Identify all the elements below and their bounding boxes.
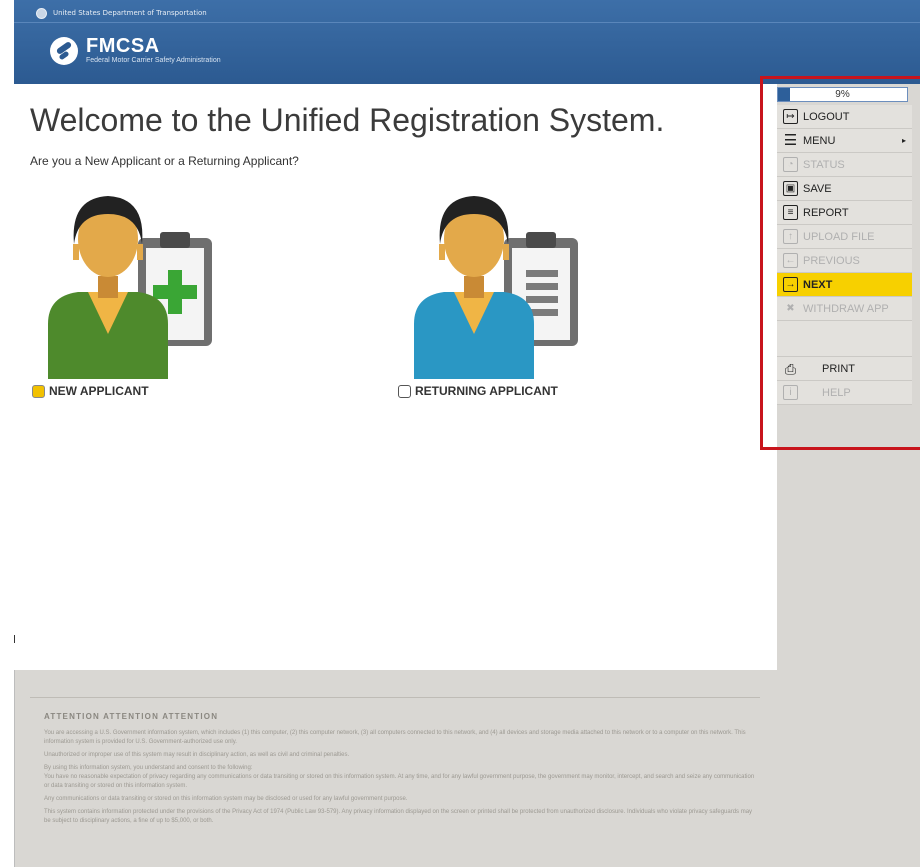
footer-divider [30, 697, 760, 698]
returning-applicant-option[interactable]: RETURNING APPLICANT [398, 384, 558, 398]
page-title: Welcome to the Unified Registration Syst… [30, 102, 665, 138]
edge-tick [14, 635, 15, 643]
new-applicant-icon[interactable] [28, 184, 228, 384]
new-applicant-option[interactable]: NEW APPLICANT [32, 384, 149, 398]
dot-seal-icon [36, 7, 47, 19]
highlight-box [760, 76, 920, 450]
returning-applicant-label: RETURNING APPLICANT [415, 384, 558, 398]
logo-title: FMCSA [86, 35, 160, 57]
attention-heading: ATTENTION ATTENTION ATTENTION [44, 712, 219, 721]
returning-applicant-checkbox[interactable] [398, 384, 411, 398]
new-applicant-label: NEW APPLICANT [49, 384, 149, 398]
logo-subtitle: Federal Motor Carrier Safety Administrat… [86, 57, 221, 64]
main-panel: Welcome to the Unified Registration Syst… [14, 84, 777, 670]
notice-paragraph: Any communications or data transiting or… [44, 796, 408, 802]
notice-paragraph: Unauthorized or improper use of this sys… [44, 752, 350, 758]
page-subtitle: Are you a New Applicant or a Returning A… [30, 154, 299, 168]
dot-banner: United States Department of Transportati… [36, 6, 207, 20]
footer-notice: ATTENTION ATTENTION ATTENTION You are ac… [30, 697, 760, 830]
left-margin [0, 0, 14, 867]
fmcsa-logo-icon [50, 36, 78, 65]
header-divider [14, 22, 920, 23]
notice-paragraph: You have no reasonable expectation of pr… [44, 774, 755, 789]
dot-banner-text: United States Department of Transportati… [53, 9, 207, 17]
notice-paragraph: By using this information system, you un… [44, 765, 253, 771]
notice-paragraph: You are accessing a U.S. Government info… [44, 730, 746, 745]
new-applicant-checkbox[interactable] [32, 384, 45, 398]
notice-paragraph: This system contains information protect… [44, 809, 753, 824]
header-bar: United States Department of Transportati… [14, 0, 920, 84]
returning-applicant-icon[interactable] [394, 184, 594, 384]
fmcsa-logo[interactable]: FMCSA Federal Motor Carrier Safety Admin… [50, 36, 221, 65]
